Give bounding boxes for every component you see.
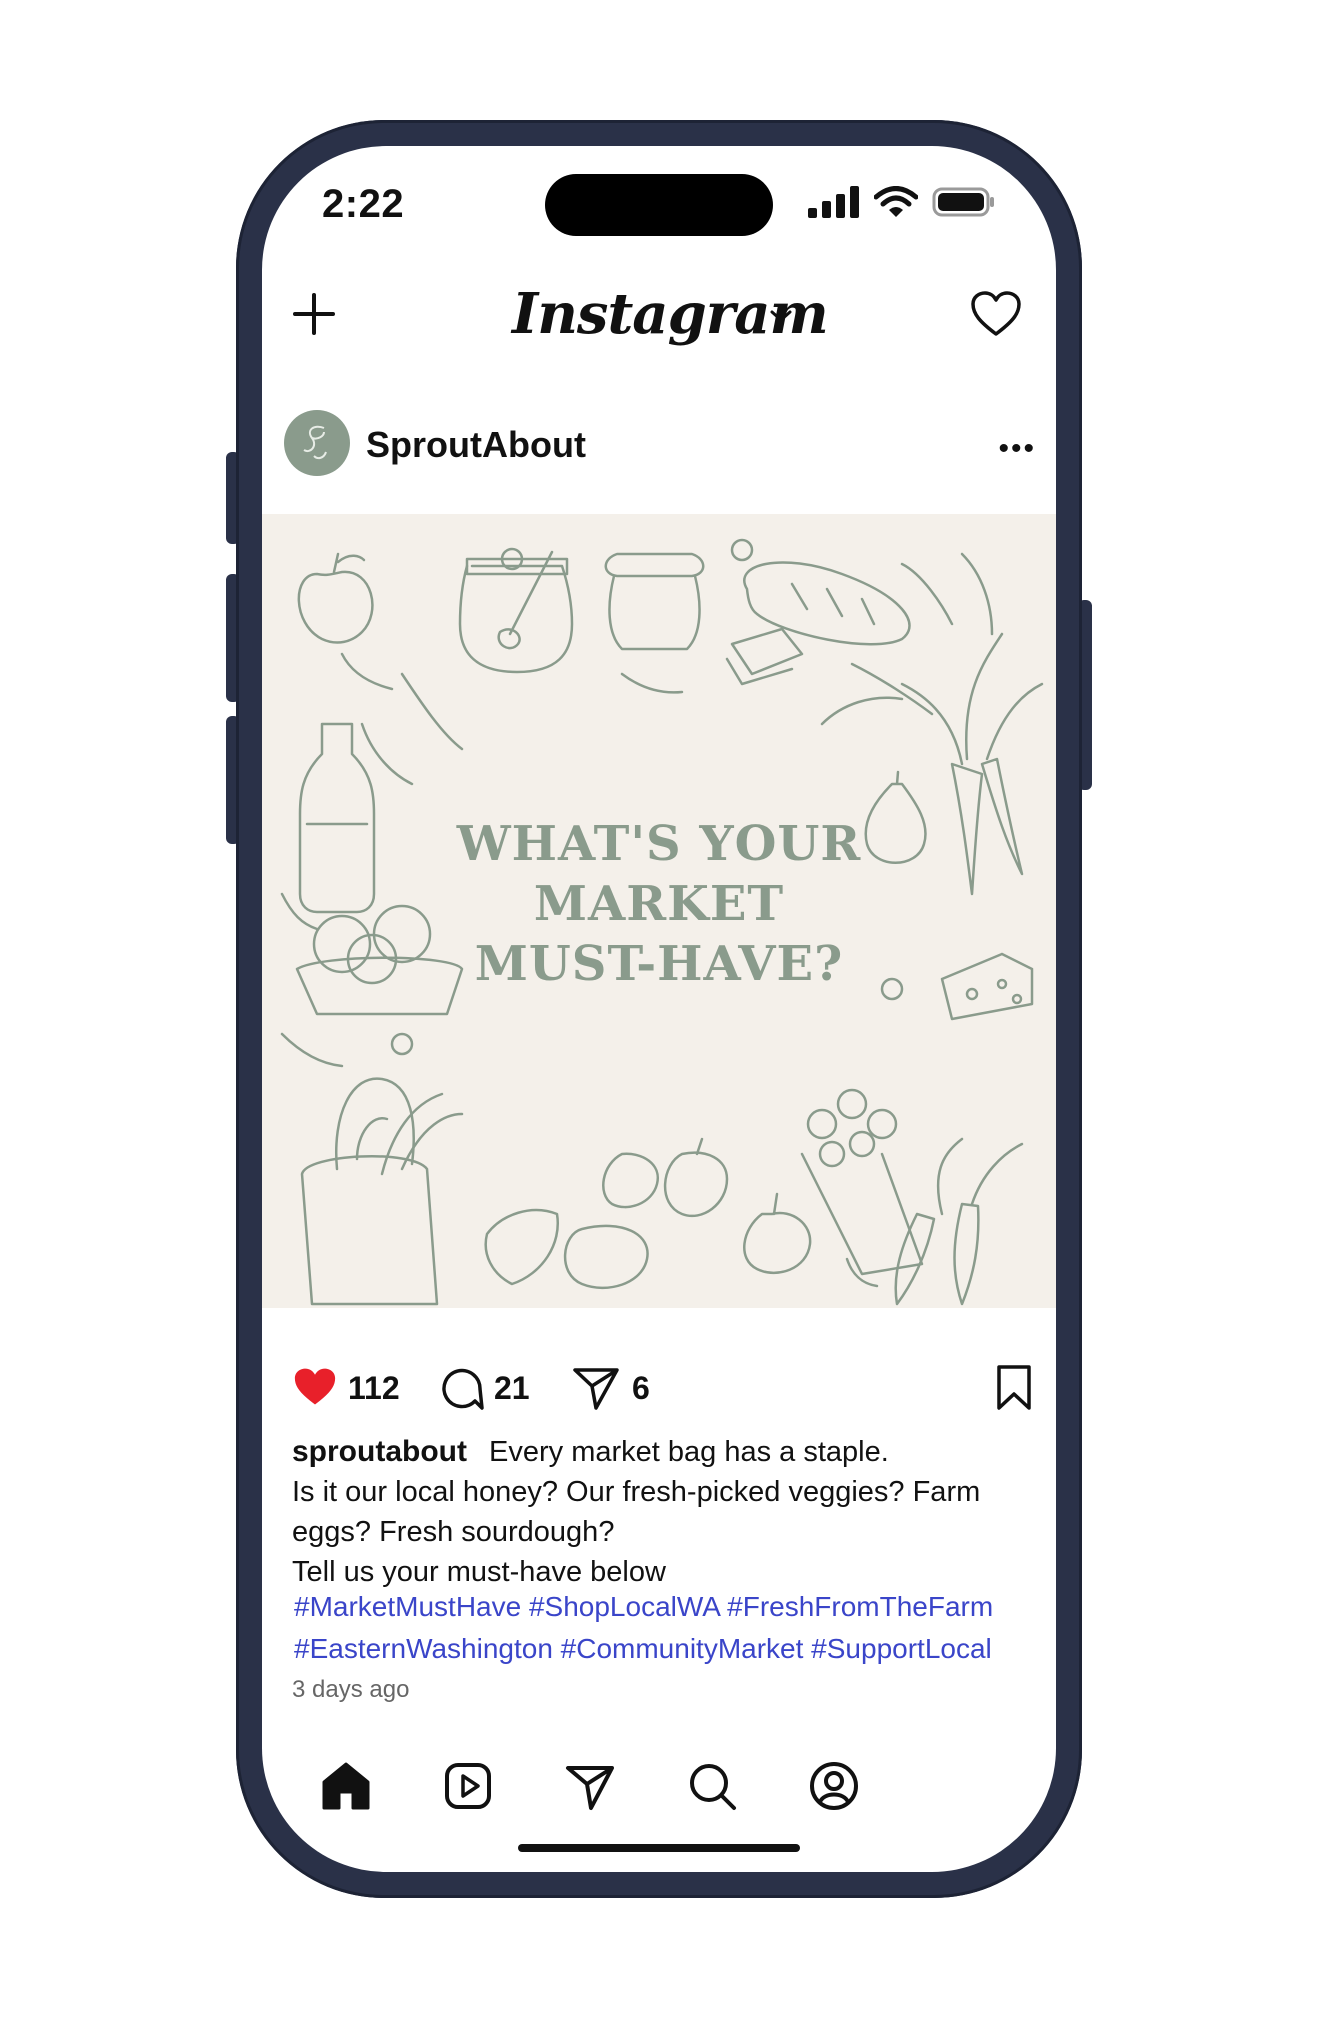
search-icon[interactable] [682,1756,742,1816]
status-icons [808,186,996,218]
hashtags-line[interactable]: #MarketMustHave #ShopLocalWA #FreshFromT… [294,1586,1034,1628]
phone-screen: 2:22 Instagram SproutAbout ••• WHAT'S YO… [262,146,1056,1872]
bottom-nav [262,1746,1056,1826]
reels-icon[interactable] [438,1756,498,1816]
caption-username[interactable]: sproutabout [292,1435,467,1468]
plus-icon[interactable] [292,292,336,336]
home-indicator[interactable] [518,1844,800,1852]
wifi-icon [874,186,918,217]
signal-icon [808,186,859,218]
post-hashtags: #MarketMustHave #ShopLocalWA #FreshFromT… [294,1586,1034,1670]
post-actions: 112 21 6 [292,1358,1032,1418]
avatar-monogram-icon [303,425,327,460]
caption-text-line: Is it our local honey? Our fresh-picked … [292,1476,981,1548]
like-heart-icon[interactable] [292,1366,338,1408]
comment-icon[interactable] [440,1366,486,1412]
bookmark-icon[interactable] [994,1364,1034,1412]
share-icon[interactable] [572,1366,620,1412]
post-image-title-line: WHAT'S YOUR [456,816,862,872]
status-time: 2:22 [322,182,405,226]
comments-count[interactable]: 21 [494,1370,530,1407]
hashtags-line[interactable]: #EasternWashington #CommunityMarket #Sup… [294,1628,1034,1670]
chevron-down-icon[interactable] [769,308,793,324]
profile-icon[interactable] [804,1756,864,1816]
more-icon[interactable]: ••• [998,432,1036,466]
dynamic-island [545,174,773,236]
avatar[interactable] [284,410,350,476]
post-caption: sproutabout Every market bag has a stapl… [292,1432,1022,1592]
post-image-title-line: MUST-HAVE? [474,936,844,992]
heart-icon[interactable] [970,290,1022,338]
home-icon[interactable] [316,1756,376,1816]
caption-text-line: Every market bag has a staple. [489,1436,889,1468]
post-account-name[interactable]: SproutAbout [366,424,586,466]
post-header: SproutAbout ••• [284,410,1044,480]
shares-count[interactable]: 6 [632,1370,650,1407]
post-time-ago: 3 days ago [292,1676,410,1703]
likes-count[interactable]: 112 [348,1370,400,1407]
post-image-title-line: MARKET [533,876,785,932]
send-icon[interactable] [560,1756,620,1816]
post-image: WHAT'S YOUR MARKET MUST-HAVE? [262,514,1056,1308]
post-image-title: WHAT'S YOUR MARKET MUST-HAVE? [262,814,1056,994]
battery-icon [932,187,994,217]
